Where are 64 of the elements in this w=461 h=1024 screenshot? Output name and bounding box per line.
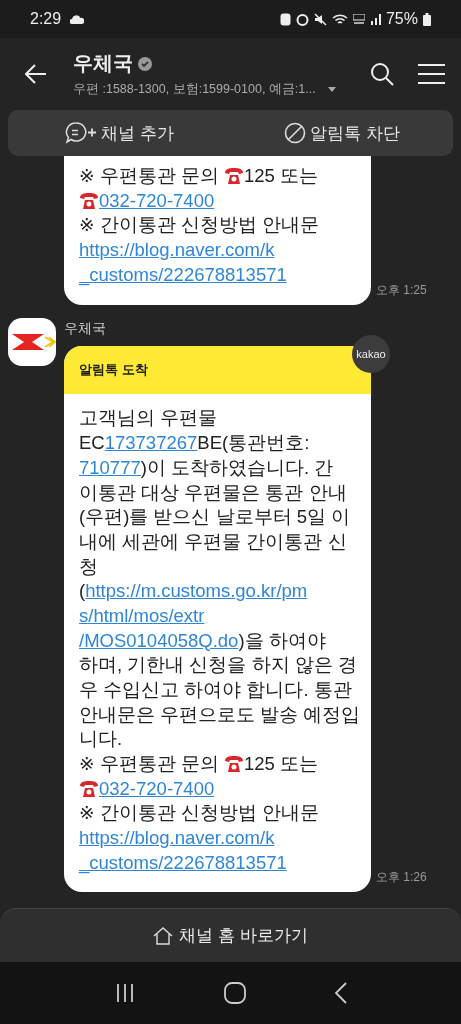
link[interactable]: https://blog.naver.com/k [79,826,275,851]
verified-icon [138,56,152,71]
kakao-badge: kakao [352,335,390,374]
message-text: 125 또는 [243,164,318,188]
channel-add-icon [64,122,97,144]
message-text: BE(통관번호: [197,431,310,456]
message-title: 알림톡 도착 [79,361,148,380]
message-text: EC [79,431,105,456]
menu-icon[interactable] [418,64,445,84]
channel-title: 우체국 [73,51,133,76]
back-nav-icon[interactable] [334,982,347,1004]
signal-icon [369,13,381,25]
search-icon[interactable] [370,62,394,86]
link[interactable]: 173737267 [104,431,198,456]
message-text: )이 도착하였습니다. 간 [140,455,334,480]
battery-icon [423,12,431,26]
sender-name: 우체국 [64,320,106,337]
message-text: 안내문은 우편으로도 발송 예정입 [79,702,361,727]
battery-level: 75% [385,10,418,28]
link[interactable]: s/html/mos/extr [79,603,205,629]
link[interactable]: /MOS0104058Q.do [79,628,239,654]
link[interactable]: _customs/222678813571 [79,262,287,288]
message-text: 이통관 대상 우편물은 통관 안내 [79,480,347,505]
message-text: )을 하여야 [238,628,326,653]
message-text: ※ 우편통관 문의 [79,752,220,777]
phone-icon [79,192,99,211]
message-text: ※ 간이통관 신청방법 안내문 [79,213,319,238]
message-text: 하며, 기한내 신청을 하지 않은 경 [79,653,357,678]
phone-icon [79,780,99,799]
block-button[interactable]: 알림톡 차단 [230,110,453,156]
cloud-icon [70,14,85,24]
wifi-icon [331,12,348,26]
home-nav-icon[interactable] [223,982,246,1004]
mute-icon [313,12,327,26]
recent-apps-icon[interactable] [114,983,135,1003]
channel-home-button[interactable]: 채널 홈 바로가기 [0,908,461,962]
caret-icon[interactable] [327,87,336,92]
link[interactable]: 032-720-7400 [99,776,215,802]
message-text: ※ 우편통관 문의 [79,164,220,188]
home-icon [153,926,174,945]
block-icon [283,122,306,144]
message-text: 고객님의 우편물 [79,406,218,431]
link[interactable]: 032-720-7400 [99,188,215,214]
link[interactable]: 710777 [79,455,141,481]
message-text: (우편)를 받으신 날로부터 5일 이 [79,505,351,530]
add-channel-button[interactable]: 채널 추가 [8,110,231,156]
message-text: 내에 세관에 우편물 간이통관 신 [79,529,347,554]
message-text: 125 또는 [243,752,318,777]
logo-icon[interactable] [8,318,56,367]
message-time: 오후 1:26 [376,868,427,886]
link[interactable]: _customs/222678813571 [79,850,287,876]
message-text: ※ 간이통관 신청방법 안내문 [79,801,319,826]
channel-subtitle: 우편 :1588-1300, 보험:1599-0100, 예금:1... [73,81,316,98]
message-text: ( [79,579,86,604]
message-time: 오후 1:25 [376,282,427,300]
link[interactable]: https://blog.naver.com/k [79,238,275,263]
back-icon[interactable] [25,64,47,84]
status-time: 2:29 [30,10,62,28]
message-text: 우 수입신고 하여야 합니다. 통관 [79,678,352,702]
link[interactable]: https://m.customs.go.kr/pm [85,579,308,604]
message-text: 청 [79,554,98,579]
message-text: 니다. [79,727,123,752]
phone-icon [223,755,244,774]
phone-icon [223,167,244,186]
